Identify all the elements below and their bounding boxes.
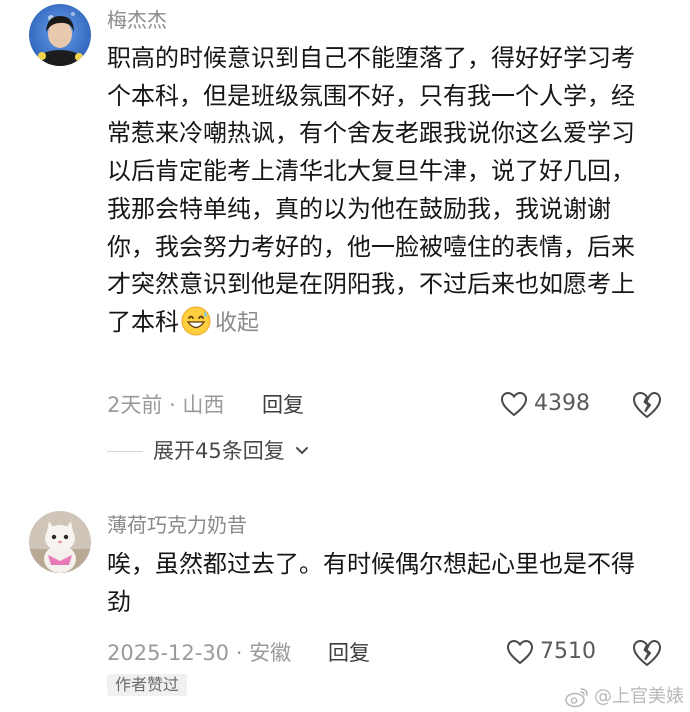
divider-line bbox=[107, 450, 143, 452]
comment-body: 职高的时候意识到自己不能堕落了，得好好学习考个本科，但是班级氛围不好，只有我一个… bbox=[107, 44, 635, 336]
time: 2天前 bbox=[107, 393, 163, 417]
avatar-image bbox=[29, 511, 91, 573]
date: 2025-12-30 bbox=[107, 641, 230, 665]
collapse-link[interactable]: 收起 bbox=[215, 311, 259, 336]
comment-text: 职高的时候意识到自己不能堕落了，得好好学习考个本科，但是班级氛围不好，只有我一个… bbox=[107, 40, 655, 343]
avatar[interactable] bbox=[29, 4, 91, 66]
expand-replies-label: 展开45条回复 bbox=[153, 439, 285, 463]
location: 山西 bbox=[182, 393, 225, 417]
heart-icon bbox=[500, 391, 528, 417]
location: 安徽 bbox=[249, 641, 292, 665]
like-button[interactable]: 7510 bbox=[506, 639, 596, 665]
chevron-down-icon bbox=[295, 447, 308, 455]
comment-meta: 2天前 · 山西 bbox=[107, 392, 224, 418]
separator-dot: · bbox=[169, 393, 183, 417]
avatar-image bbox=[29, 4, 91, 66]
weibo-logo-icon bbox=[565, 688, 588, 708]
broken-heart-icon[interactable] bbox=[632, 638, 662, 668]
watermark-text: @上官美婊 bbox=[594, 686, 684, 707]
like-count: 4398 bbox=[534, 391, 590, 416]
reply-button[interactable]: 回复 bbox=[262, 392, 304, 418]
separator-dot: · bbox=[235, 641, 243, 665]
comment-body: 唉，虽然都过去了。有时候偶尔想起心里也是不得劲 bbox=[107, 550, 635, 616]
broken-heart-icon[interactable] bbox=[632, 390, 662, 420]
author-liked-badge: 作者赞过 bbox=[107, 674, 188, 696]
username[interactable]: 梅杰杰 bbox=[107, 8, 167, 32]
like-count: 7510 bbox=[540, 639, 596, 664]
grinning-sweat-emoji-icon bbox=[181, 306, 211, 336]
expand-replies[interactable]: 展开45条回复 bbox=[107, 438, 309, 464]
avatar[interactable] bbox=[29, 511, 91, 573]
watermark: @上官美婊 bbox=[564, 686, 684, 708]
heart-icon bbox=[506, 639, 534, 665]
username[interactable]: 薄荷巧克力奶昔 bbox=[107, 513, 247, 537]
like-button[interactable]: 4398 bbox=[500, 391, 590, 417]
comment-text: 唉，虽然都过去了。有时候偶尔想起心里也是不得劲 bbox=[107, 546, 655, 621]
comment-meta: 2025-12-30 · 安徽 bbox=[107, 640, 291, 666]
reply-button[interactable]: 回复 bbox=[328, 640, 370, 666]
